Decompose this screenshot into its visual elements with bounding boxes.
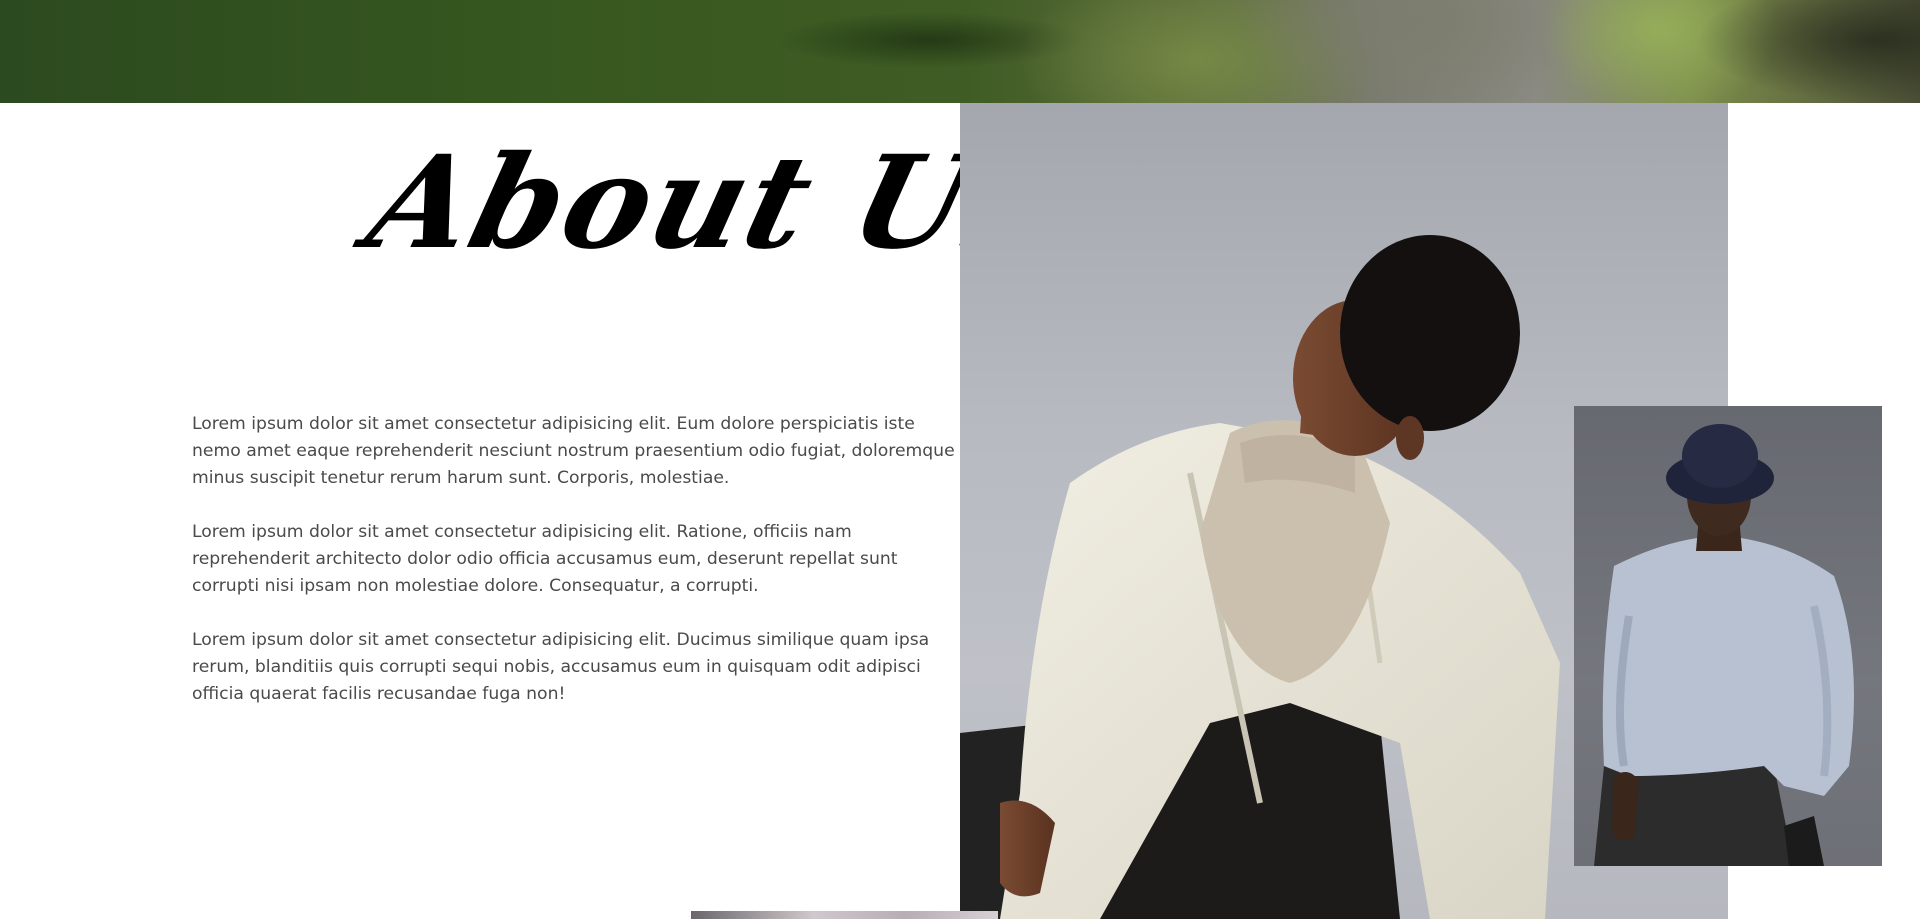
about-text-block: Lorem ipsum dolor sit amet consectetur a… [192,411,962,735]
about-paragraph-3: Lorem ipsum dolor sit amet consectetur a… [192,630,930,704]
side-photo-illustration [1594,424,1854,866]
about-paragraph-1: Lorem ipsum dolor sit amet consectetur a… [192,414,955,488]
about-paragraph-2: Lorem ipsum dolor sit amet consectetur a… [192,522,898,596]
hero-image-strip [0,0,1920,103]
page-title: About Us [354,128,1063,278]
secondary-model-photo [1574,406,1882,866]
about-page: About Us Lorem ipsum dolor sit amet cons… [0,0,1920,919]
gallery-thumbnail-partial [691,911,998,919]
